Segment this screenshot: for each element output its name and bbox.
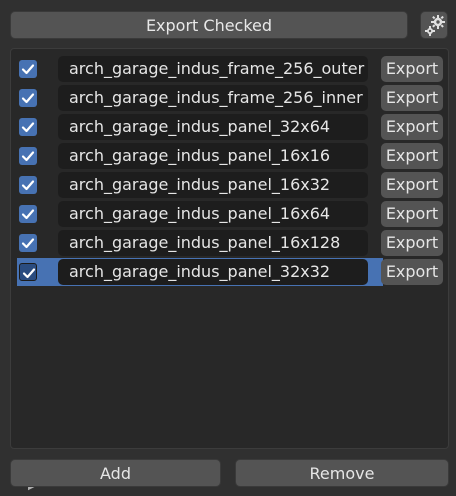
object-name-field[interactable]: arch_garage_indus_frame_256_inner (58, 85, 368, 111)
export-button[interactable]: Export (381, 230, 443, 256)
checkmark-icon (21, 151, 35, 162)
checkbox[interactable] (19, 60, 37, 78)
object-name-field[interactable]: arch_garage_indus_panel_32x32 (58, 259, 368, 285)
list-item[interactable]: arch_garage_indus_frame_256_inner Export (17, 84, 449, 112)
remove-button[interactable]: Remove (235, 459, 449, 487)
object-name-field[interactable]: arch_garage_indus_panel_16x32 (58, 172, 368, 198)
export-checked-button[interactable]: Export Checked (10, 11, 408, 39)
list-item[interactable]: arch_garage_indus_frame_256_outer Export (17, 55, 449, 83)
list-item[interactable]: arch_garage_indus_panel_32x32 Export (17, 258, 449, 286)
list-item[interactable]: arch_garage_indus_panel_32x64 Export (17, 113, 449, 141)
list-item[interactable]: arch_garage_indus_panel_16x16 Export (17, 142, 449, 170)
export-button[interactable]: Export (381, 56, 443, 82)
checkbox[interactable] (19, 205, 37, 223)
object-name-field[interactable]: arch_garage_indus_panel_16x16 (58, 143, 368, 169)
export-button[interactable]: Export (381, 172, 443, 198)
list-item[interactable]: arch_garage_indus_panel_16x32 Export (17, 171, 449, 199)
export-button[interactable]: Export (381, 114, 443, 140)
checkbox[interactable] (19, 118, 37, 136)
settings-button[interactable] (420, 11, 448, 39)
checkmark-icon (21, 209, 35, 220)
object-name-field[interactable]: arch_garage_indus_panel_16x128 (58, 230, 368, 256)
checkbox[interactable] (19, 263, 37, 281)
checkmark-icon (21, 238, 35, 249)
object-name-field[interactable]: arch_garage_indus_panel_32x64 (58, 114, 368, 140)
checkbox[interactable] (19, 176, 37, 194)
export-button[interactable]: Export (381, 201, 443, 227)
checkmark-icon (21, 180, 35, 191)
list-item[interactable]: arch_garage_indus_panel_16x64 Export (17, 200, 449, 228)
checkbox[interactable] (19, 234, 37, 252)
checkmark-icon (21, 93, 35, 104)
checkmark-icon (21, 122, 35, 133)
checkmark-icon (22, 268, 36, 279)
object-name-field[interactable]: arch_garage_indus_frame_256_outer (58, 56, 368, 82)
object-name-field[interactable]: arch_garage_indus_panel_16x64 (58, 201, 368, 227)
export-button[interactable]: Export (381, 259, 443, 285)
list-item[interactable]: arch_garage_indus_panel_16x128 Export (17, 229, 449, 257)
export-panel: Export Checked arch_garage_indus_frame_2… (0, 0, 456, 496)
export-button[interactable]: Export (381, 143, 443, 169)
checkbox[interactable] (19, 147, 37, 165)
object-list[interactable]: arch_garage_indus_frame_256_outer Export a… (10, 48, 449, 492)
export-button[interactable]: Export (381, 85, 443, 111)
checkmark-icon (21, 64, 35, 75)
checkbox[interactable] (19, 89, 37, 107)
gear-icon (425, 15, 445, 36)
add-button[interactable]: Add (10, 459, 221, 487)
